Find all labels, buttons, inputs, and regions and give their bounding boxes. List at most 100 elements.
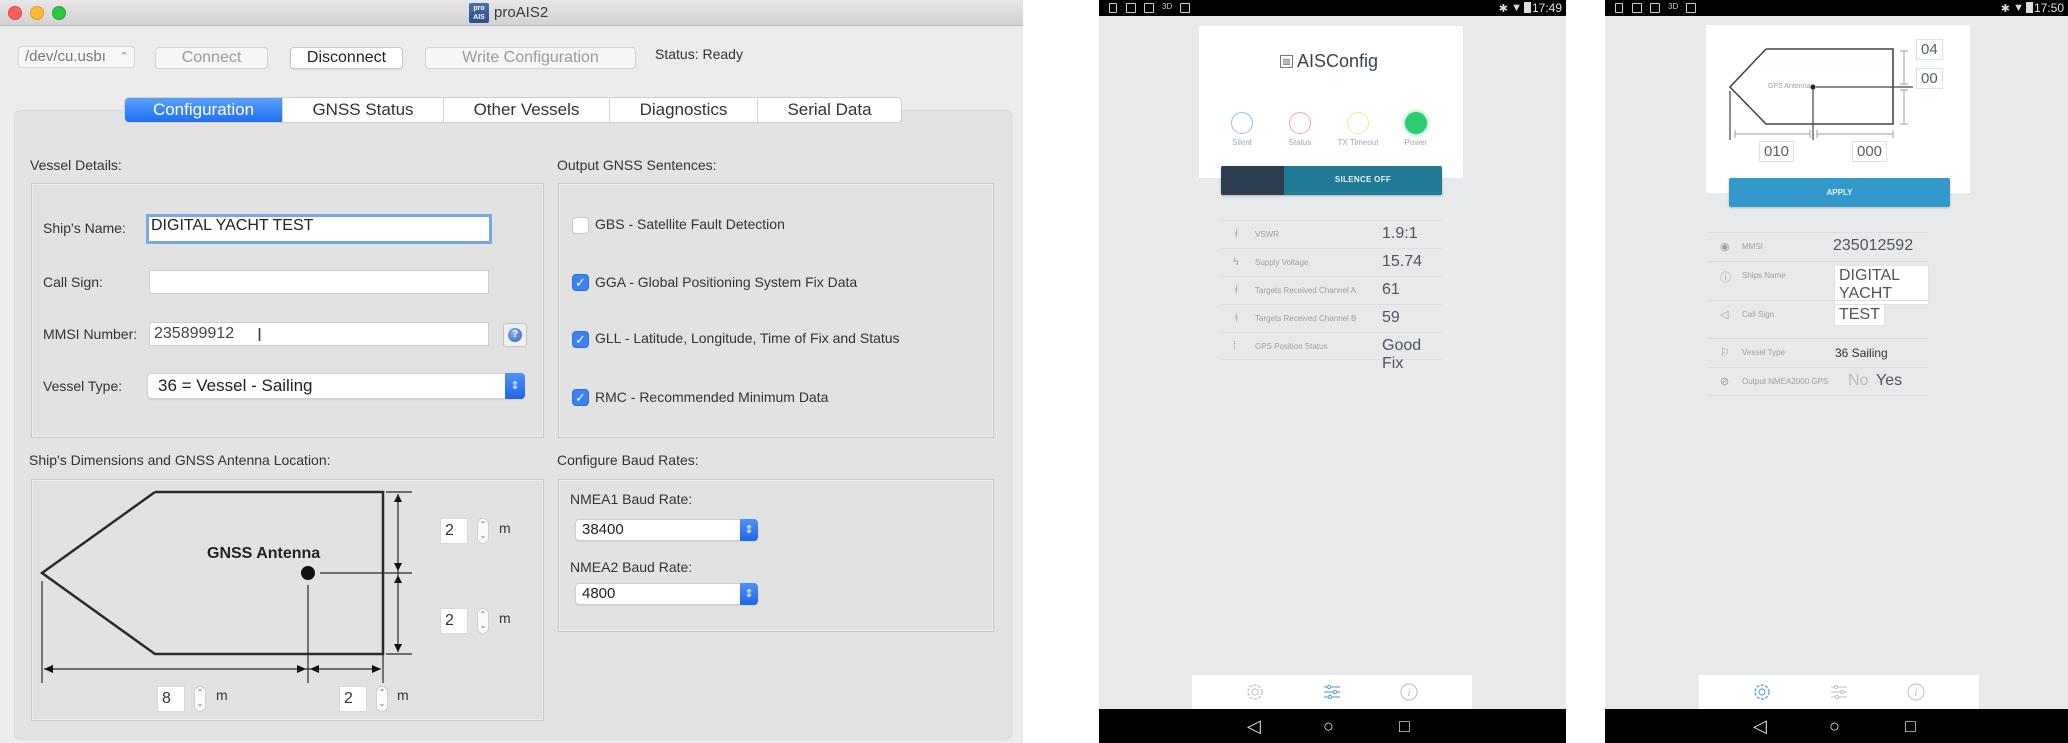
image-icon bbox=[1144, 3, 1154, 13]
bow-distance-input[interactable]: 8 bbox=[157, 686, 185, 712]
tx-timeout-led-label: TX Timeout bbox=[1337, 138, 1379, 147]
mmsi-input[interactable]: 235899912 bbox=[149, 322, 489, 346]
gnss-antenna-label: GNSS Antenna bbox=[207, 545, 321, 562]
status-led bbox=[1289, 112, 1311, 134]
unit-label: m bbox=[397, 687, 409, 703]
list-item: ⁞ GPS Position Status Good Fix bbox=[1221, 332, 1442, 372]
bow-distance-stepper[interactable]: ⌃ ⌄ bbox=[194, 686, 206, 712]
vswr-value: 1.9:1 bbox=[1382, 225, 1418, 242]
nmea2000-gps-no-option[interactable]: No bbox=[1848, 372, 1868, 390]
row-label: MMSI bbox=[1742, 242, 1763, 251]
gll-checkbox[interactable]: ✓ bbox=[572, 331, 589, 348]
connect-button[interactable]: Connect bbox=[155, 47, 268, 69]
mail-icon bbox=[1686, 3, 1696, 13]
tab-diagnostics[interactable]: Diagnostics bbox=[610, 98, 758, 122]
app-logo-icon: ▨ bbox=[1280, 55, 1293, 68]
eye-icon: ◉ bbox=[1720, 241, 1730, 253]
stern-distance-input[interactable]: 000 bbox=[1852, 141, 1888, 162]
silence-toggle[interactable]: SILENCE OFF bbox=[1221, 166, 1442, 195]
ship-name-label: Ship's Name: bbox=[43, 220, 126, 236]
silence-toggle-label: SILENCE OFF bbox=[1334, 175, 1392, 184]
aisconfig-header-card: ▨ AISConfig Silent Status TX Timeout Pow… bbox=[1199, 26, 1463, 178]
port-distance-stepper[interactable]: ⌃ ⌄ bbox=[477, 518, 489, 544]
list-item: ⊘ Output NMEA2000 GPS No Yes bbox=[1708, 367, 1929, 396]
recents-button[interactable]: □ bbox=[1399, 717, 1410, 735]
ships-name-input[interactable]: DIGITAL YACHT bbox=[1834, 265, 1929, 305]
arrowhead bbox=[372, 665, 381, 673]
mmsi-help-button[interactable]: ? bbox=[503, 323, 527, 347]
zoom-window-button[interactable] bbox=[52, 6, 66, 20]
port-distance-input[interactable]: 2 bbox=[440, 518, 468, 544]
nmea1-baud-label: NMEA1 Baud Rate: bbox=[570, 491, 693, 507]
port-distance-input[interactable]: 04 bbox=[1916, 39, 1943, 60]
stern-distance-stepper[interactable]: ⌃ ⌄ bbox=[376, 686, 388, 712]
checkmark-icon: ✓ bbox=[575, 275, 586, 290]
gga-checkbox[interactable]: ✓ bbox=[572, 274, 589, 291]
svg-text:i: i bbox=[1408, 688, 1411, 699]
home-button[interactable]: ○ bbox=[1829, 717, 1840, 735]
chevron-updown-icon: ⇕ bbox=[740, 519, 758, 541]
stern-distance-input[interactable]: 2 bbox=[339, 686, 367, 712]
gga-label: GGA - Global Positioning System Fix Data bbox=[595, 274, 858, 290]
rmc-checkbox[interactable]: ✓ bbox=[572, 389, 589, 406]
nmea2000-gps-yes-option[interactable]: Yes bbox=[1876, 372, 1902, 390]
unit-label: m bbox=[499, 520, 511, 536]
starboard-distance-input[interactable]: 2 bbox=[440, 608, 468, 634]
home-button[interactable]: ○ bbox=[1323, 717, 1334, 735]
silence-toggle-knob[interactable] bbox=[1221, 166, 1284, 195]
gbs-checkbox[interactable] bbox=[572, 217, 589, 234]
call-sign-input[interactable] bbox=[149, 270, 489, 294]
ship-name-input[interactable]: DIGITAL YACHT TEST bbox=[146, 214, 492, 244]
tab-other-vessels[interactable]: Other Vessels bbox=[444, 98, 610, 122]
apply-button[interactable]: APPLY bbox=[1729, 178, 1950, 207]
back-button[interactable]: ◁ bbox=[1753, 717, 1767, 735]
arrowhead bbox=[394, 563, 402, 571]
silent-led-label: Silent bbox=[1231, 138, 1252, 147]
call-sign-input[interactable]: TEST bbox=[1834, 304, 1885, 326]
app-title: AISConfig bbox=[1297, 51, 1379, 71]
status-text: Status: Ready bbox=[655, 46, 743, 62]
sliders-icon[interactable] bbox=[1829, 682, 1849, 702]
minimize-window-button[interactable] bbox=[30, 6, 44, 20]
arrowhead bbox=[394, 575, 402, 583]
vessel-type-select[interactable]: 36 Sailing bbox=[1835, 346, 1888, 360]
bow-distance-input[interactable]: 010 bbox=[1759, 141, 1795, 162]
list-item: ◁ Call Sign TEST bbox=[1708, 300, 1929, 338]
starboard-distance-stepper[interactable]: ⌃ ⌄ bbox=[477, 608, 489, 634]
serial-port-select[interactable]: /dev/cu.usbı ⌃ bbox=[18, 46, 135, 68]
3d-icon: 3D bbox=[1162, 2, 1173, 11]
arrowhead bbox=[394, 644, 402, 652]
sliders-icon[interactable] bbox=[1322, 682, 1342, 702]
gps-antenna-dot bbox=[1810, 84, 1816, 90]
info-icon[interactable]: i bbox=[1399, 682, 1419, 702]
notification-icon bbox=[1109, 3, 1117, 13]
tab-serial-data[interactable]: Serial Data bbox=[758, 98, 901, 122]
gear-icon[interactable] bbox=[1245, 682, 1265, 702]
arrowhead bbox=[44, 665, 53, 673]
vessel-type-select[interactable]: 36 = Vessel - Sailing ⇕ bbox=[147, 373, 525, 399]
recents-button[interactable]: □ bbox=[1905, 717, 1916, 735]
chevron-updown-icon: ⇕ bbox=[505, 373, 525, 399]
write-configuration-button[interactable]: Write Configuration bbox=[425, 47, 636, 69]
android-status-bar: 3D ✱ ▼ 17:50 bbox=[1605, 0, 2068, 16]
close-window-button[interactable] bbox=[8, 6, 22, 20]
info-icon[interactable]: i bbox=[1906, 682, 1926, 702]
title-bar: pro AIS proAIS2 bbox=[0, 0, 1023, 26]
gll-label: GLL - Latitude, Longitude, Time of Fix a… bbox=[595, 330, 900, 346]
starboard-distance-input[interactable]: 00 bbox=[1916, 68, 1943, 89]
status-list: ᚼ VSWR 1.9:1 ϟ Supply Voltage 15.74 ᚼ Ta… bbox=[1221, 220, 1442, 372]
tab-configuration[interactable]: Configuration bbox=[125, 98, 283, 122]
phone-status-screen: 3D ✱ ▼ 17:49 ▨ AISConfig Silent Status T… bbox=[1099, 0, 1566, 743]
back-button[interactable]: ◁ bbox=[1247, 717, 1261, 735]
vessel-type-label: Vessel Type: bbox=[43, 378, 123, 394]
tab-bar: Configuration GNSS Status Other Vessels … bbox=[124, 97, 902, 123]
nmea2-baud-select[interactable]: 4800 ⇕ bbox=[575, 583, 758, 605]
row-label: Vessel Type bbox=[1742, 348, 1785, 357]
clock: 17:49 bbox=[1531, 1, 1562, 15]
ship-outline-diagram bbox=[39, 490, 412, 683]
tab-gnss-status[interactable]: GNSS Status bbox=[283, 98, 444, 122]
disconnect-button[interactable]: Disconnect bbox=[290, 47, 403, 69]
gear-icon[interactable] bbox=[1752, 682, 1772, 702]
gps-status-value: Good Fix bbox=[1382, 337, 1422, 372]
nmea1-baud-select[interactable]: 38400 ⇕ bbox=[575, 519, 758, 541]
